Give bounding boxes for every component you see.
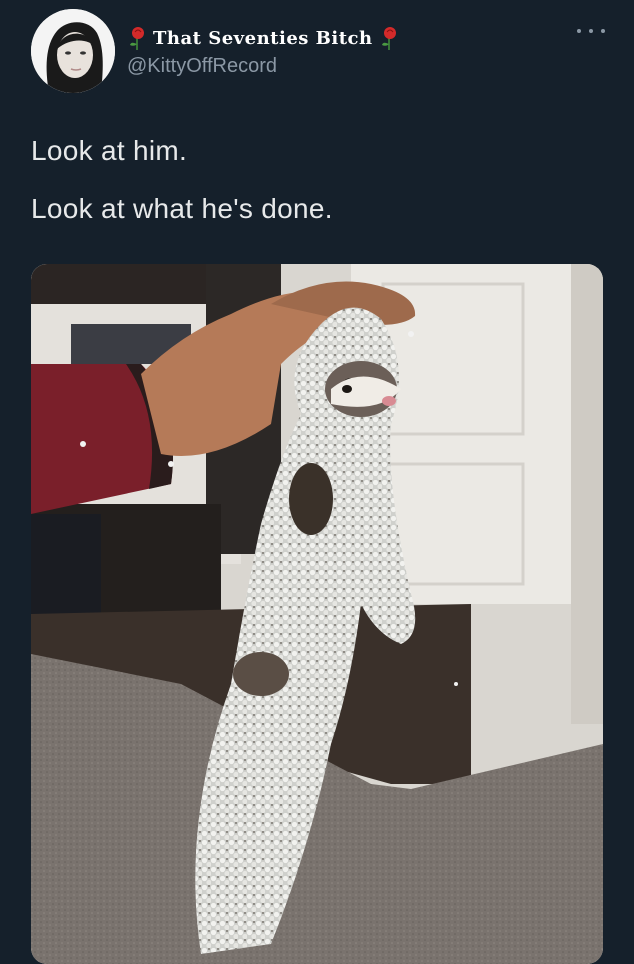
tweet: That Seventies Bitch @KittyOffRecord Loo…: [0, 0, 634, 964]
rose-icon: [130, 27, 144, 50]
display-name-row[interactable]: That Seventies Bitch: [127, 24, 399, 52]
tweet-photo[interactable]: [31, 264, 603, 964]
avatar[interactable]: [31, 9, 115, 93]
display-name: That Seventies Bitch: [153, 27, 373, 49]
tweet-text-line: Look at what he's done.: [31, 193, 333, 224]
rose-icon: [381, 27, 396, 50]
user-handle[interactable]: @KittyOffRecord: [127, 55, 277, 78]
tweet-text-line: Look at him.: [31, 135, 188, 166]
more-horizontal-icon[interactable]: [577, 22, 605, 40]
